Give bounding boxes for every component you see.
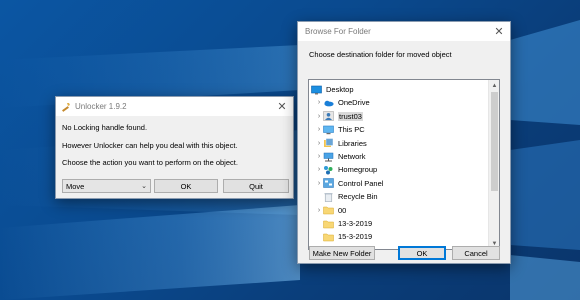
folder-tree[interactable]: Desktop › OneDrive › trust03 › This PC › Librari… <box>308 79 500 250</box>
tree-item-label: trust03 <box>338 111 363 121</box>
unlocker-ok-button[interactable]: OK <box>154 179 218 193</box>
expand-arrow-icon[interactable]: › <box>315 126 323 133</box>
browse-title: Browse For Folder <box>305 27 371 36</box>
tree-item[interactable]: › Network <box>309 150 489 163</box>
tree-item[interactable]: › This PC <box>309 123 489 136</box>
unlocker-message-2: However Unlocker can help you deal with … <box>62 141 238 150</box>
expand-arrow-icon[interactable]: › <box>315 207 323 214</box>
tree-item[interactable]: › OneDrive <box>309 96 489 109</box>
unlocker-message-1: No Locking handle found. <box>62 123 148 132</box>
tree-item-label: Libraries <box>338 138 367 148</box>
close-icon: ✕ <box>494 26 504 38</box>
tree-item[interactable]: › Control Panel <box>309 177 489 190</box>
unlocker-quit-button[interactable]: Quit <box>223 179 289 193</box>
expand-arrow-icon[interactable]: › <box>315 180 323 187</box>
tree-item-label: 13-3-2019 <box>338 219 373 228</box>
tree-item-label: This PC <box>338 125 365 135</box>
unlocker-title: Unlocker 1.9.2 <box>75 102 127 111</box>
tree-item-label: Homegroup <box>338 165 378 175</box>
network-icon <box>323 152 334 162</box>
scroll-up-arrow-icon[interactable]: ▲ <box>489 80 499 91</box>
close-icon: ✕ <box>277 101 287 113</box>
unlocker-wand-icon <box>62 102 70 112</box>
recycle-bin-icon <box>323 192 334 202</box>
folder-icon <box>323 219 334 229</box>
action-select[interactable]: Move ⌄ <box>62 179 151 193</box>
folder-icon <box>323 232 334 242</box>
user-folder-icon <box>323 111 334 122</box>
scroll-thumb[interactable] <box>491 92 498 191</box>
tree-item-label: 15-3-2019 <box>338 232 373 242</box>
tree-item[interactable]: Desktop <box>309 83 489 96</box>
tree-item[interactable]: › 00 <box>309 204 489 217</box>
control-panel-icon <box>323 178 334 189</box>
tree-item[interactable]: › Homegroup <box>309 163 489 176</box>
onedrive-icon <box>323 98 334 108</box>
homegroup-icon <box>323 165 334 175</box>
tree-item-label: Recycle Bin <box>338 192 378 202</box>
tree-item[interactable]: › Libraries <box>309 137 489 150</box>
chevron-down-icon: ⌄ <box>141 183 147 190</box>
tree-item-label: 00 <box>338 205 347 215</box>
browse-close-button[interactable]: ✕ <box>488 22 510 41</box>
browse-ok-button[interactable]: OK <box>398 246 446 260</box>
action-select-value: Move <box>66 181 85 191</box>
browse-prompt: Choose destination folder for moved obje… <box>309 50 452 59</box>
tree-item-label: OneDrive <box>338 98 370 108</box>
unlocker-close-button[interactable]: ✕ <box>271 97 293 116</box>
tree-item-label: Desktop <box>326 85 354 94</box>
browse-for-folder-dialog: Browse For Folder ✕ Choose destination f… <box>297 21 511 264</box>
tree-item[interactable]: Recycle Bin <box>309 190 489 203</box>
unlocker-message-3: Choose the action you want to perform on… <box>62 158 238 167</box>
expand-arrow-icon[interactable]: › <box>315 140 323 147</box>
folder-icon <box>323 205 334 215</box>
tree-item[interactable]: 13-3-2019 <box>309 217 489 230</box>
expand-arrow-icon[interactable]: › <box>315 153 323 160</box>
make-new-folder-button[interactable]: Make New Folder <box>309 246 375 260</box>
unlocker-titlebar[interactable]: Unlocker 1.9.2 ✕ <box>56 97 293 116</box>
unlocker-dialog: Unlocker 1.9.2 ✕ No Locking handle found… <box>55 96 294 199</box>
expand-arrow-icon[interactable]: › <box>315 113 323 120</box>
expand-arrow-icon[interactable]: › <box>315 166 323 173</box>
desktop-icon <box>311 85 322 95</box>
tree-item-label: Network <box>338 152 366 161</box>
browse-cancel-button[interactable]: Cancel <box>452 246 500 260</box>
libraries-icon <box>323 138 334 148</box>
browse-titlebar[interactable]: Browse For Folder ✕ <box>298 22 510 41</box>
tree-item-label: Control Panel <box>338 178 384 188</box>
this-pc-icon <box>323 125 334 135</box>
expand-arrow-icon[interactable]: › <box>315 99 323 106</box>
tree-scrollbar[interactable]: ▲ ▼ <box>488 80 499 249</box>
tree-item[interactable]: › trust03 <box>309 110 489 123</box>
tree-item[interactable]: 15-3-2019 <box>309 230 489 243</box>
